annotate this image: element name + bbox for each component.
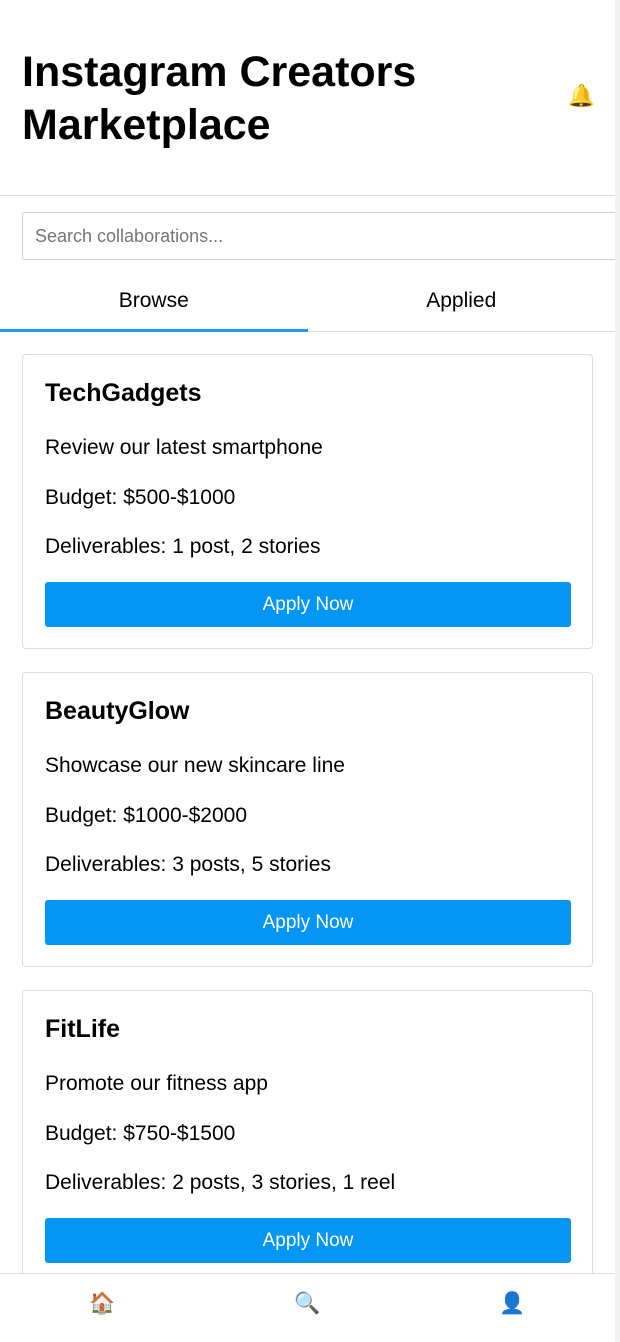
page-title: Instagram Creators Marketplace <box>22 48 417 149</box>
brand-name: FitLife <box>45 1015 120 1043</box>
listing-deliverables: Deliverables: 3 posts, 5 stories <box>45 853 331 876</box>
listing-budget: Budget: $750-$1500 <box>45 1122 236 1145</box>
listing-description: Promote our fitness app <box>45 1072 268 1095</box>
bottom-nav: 🏠 🔍 👤 <box>0 1273 615 1342</box>
tab-browse[interactable]: Browse <box>0 272 308 332</box>
listing-deliverables: Deliverables: 2 posts, 3 stories, 1 reel <box>45 1171 396 1194</box>
apply-now-button[interactable]: Apply Now <box>45 582 571 627</box>
listing-deliverables: Deliverables: 1 post, 2 stories <box>45 535 321 558</box>
app-screen: Instagram Creators Marketplace 🔔 Browse … <box>0 0 615 1342</box>
apply-now-button[interactable]: Apply Now <box>45 900 571 945</box>
apply-now-button[interactable]: Apply Now <box>45 1218 571 1263</box>
search-input[interactable] <box>22 212 615 260</box>
tab-applied[interactable]: Applied <box>308 272 616 331</box>
home-icon[interactable]: 🏠 <box>0 1274 205 1342</box>
listing-budget: Budget: $500-$1000 <box>45 486 236 509</box>
listing-description: Showcase our new skincare line <box>45 754 345 777</box>
brand-name: BeautyGlow <box>45 697 190 725</box>
search-icon[interactable]: 🔍 <box>205 1274 410 1342</box>
header: Instagram Creators Marketplace 🔔 <box>0 0 615 196</box>
listing-budget: Budget: $1000-$2000 <box>45 804 248 827</box>
listing-card: BeautyGlow Showcase our new skincare lin… <box>22 672 593 967</box>
bell-icon[interactable]: 🔔 <box>568 84 595 110</box>
listing-card: FitLife Promote our fitness app Budget: … <box>22 990 593 1285</box>
listing-description: Review our latest smartphone <box>45 436 323 459</box>
brand-name: TechGadgets <box>45 379 202 407</box>
listing-card: TechGadgets Review our latest smartphone… <box>22 354 593 649</box>
profile-icon[interactable]: 👤 <box>410 1274 615 1342</box>
tab-bar: Browse Applied <box>0 272 615 332</box>
